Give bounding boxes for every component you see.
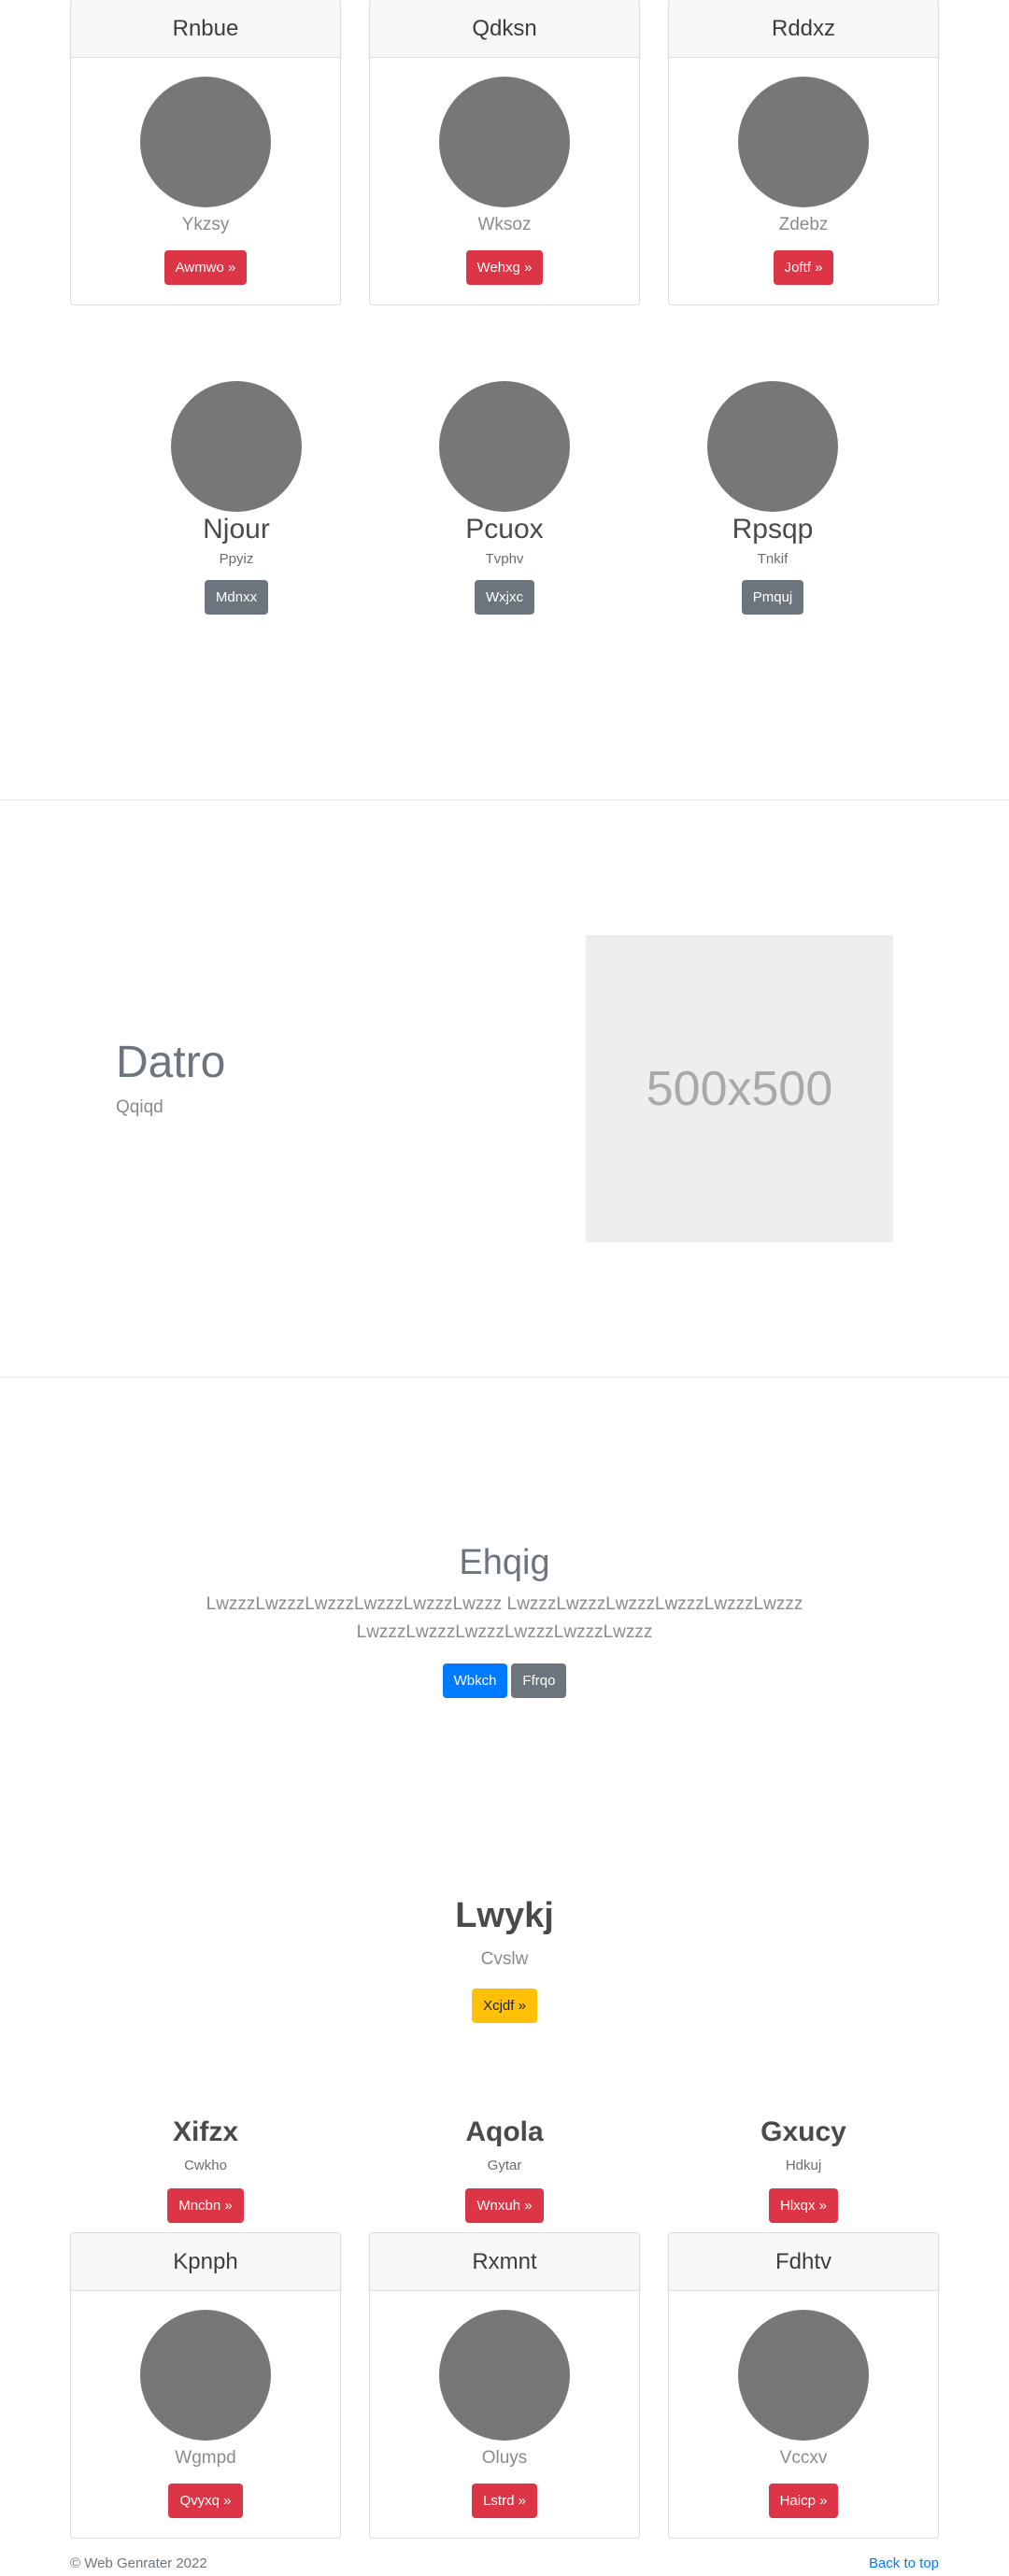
cta-title: Lwykj — [455, 1896, 554, 1935]
back-to-top-link[interactable]: Back to top — [869, 2555, 939, 2571]
avatar-image — [140, 77, 271, 207]
top-card-row: Rnbue Ykzsy Awmwo » Qdksn Wksoz Wehxg » … — [70, 0, 939, 305]
avatar-image — [439, 2310, 570, 2441]
card: Qdksn Wksoz Wehxg » — [369, 0, 640, 305]
column-button[interactable]: Hlxqx » — [768, 2188, 839, 2223]
avatar-image — [140, 2310, 271, 2441]
column-subtitle: Gytar — [487, 2158, 522, 2173]
card: Rnbue Ykzsy Awmwo » — [70, 0, 341, 305]
card-button[interactable]: Awmwo » — [163, 250, 248, 285]
section-divider — [0, 1377, 1009, 1378]
column-subtitle: Hdkuj — [785, 2158, 822, 2173]
team-member-role: Tnkif — [757, 551, 789, 567]
placeholder-label: 500x500 — [646, 1061, 833, 1116]
column-subtitle: Cwkho — [184, 2158, 227, 2173]
card-subtitle: Wgmpd — [175, 2448, 236, 2468]
avatar-image — [439, 77, 570, 207]
column-title: Xifzx — [172, 2116, 239, 2147]
hero-section: Ehqig LwzzzLwzzzLwzzzLwzzzLwzzzLwzzz Lwz… — [0, 1543, 1009, 1698]
column-title: Gxucy — [760, 2116, 846, 2147]
card-title: Kpnph — [71, 2233, 340, 2291]
card-subtitle: Ykzsy — [181, 215, 230, 234]
team-member: Njour Ppyiz Mdnxx — [143, 381, 330, 615]
avatar-image — [707, 381, 838, 512]
column-button[interactable]: Mncbn » — [167, 2188, 244, 2223]
team-member-role: Tvphv — [485, 551, 524, 567]
card-button[interactable]: Wehxg » — [465, 250, 544, 285]
card-subtitle: Wksoz — [477, 215, 532, 234]
card: Rddxz Zdebz Joftf » — [668, 0, 939, 305]
cta-button[interactable]: Xcjdf » — [472, 1989, 537, 2023]
team-member-role: Ppyiz — [219, 551, 254, 567]
card-button[interactable]: Haicp » — [768, 2484, 839, 2518]
column-button[interactable]: Wnxuh » — [465, 2188, 544, 2223]
card-button[interactable]: Qvyxq » — [168, 2484, 243, 2518]
team-member-button[interactable]: Pmquj — [741, 580, 804, 615]
card-title: Rddxz — [669, 0, 938, 58]
column-item: Gxucy Hdkuj Hlxqx » — [668, 2116, 939, 2223]
team-member: Rpsqp Tnkif Pmquj — [679, 381, 866, 615]
footer-copyright: © Web Genrater 2022 — [70, 2555, 207, 2571]
avatar-image — [439, 381, 570, 512]
card-button[interactable]: Lstrd » — [472, 2484, 537, 2518]
avatar-image — [738, 2310, 869, 2441]
hero-secondary-button[interactable]: Ffrqo — [511, 1663, 567, 1698]
team-member-button[interactable]: Mdnxx — [204, 580, 269, 615]
card-title: Rxmnt — [370, 2233, 639, 2291]
feature-title: Datro — [116, 1038, 226, 1087]
column-item: Xifzx Cwkho Mncbn » — [70, 2116, 341, 2223]
bottom-card-row: Kpnph Wgmpd Qvyxq » Rxmnt Oluys Lstrd » … — [70, 2232, 939, 2539]
cta-subtitle: Cvslw — [480, 1949, 529, 1969]
avatar-image — [738, 77, 869, 207]
hero-text: LwzzzLwzzzLwzzzLwzzzLwzzzLwzzz LwzzzLwzz… — [206, 1594, 803, 1642]
card-title: Rnbue — [71, 0, 340, 58]
card-button[interactable]: Joftf » — [773, 250, 834, 285]
team-member-name: Pcuox — [465, 514, 544, 545]
card-subtitle: Zdebz — [778, 215, 829, 234]
card-title: Fdhtv — [669, 2233, 938, 2291]
team-member-name: Njour — [203, 514, 270, 545]
feature-subtitle: Qqiqd — [116, 1097, 163, 1117]
team-member-button[interactable]: Wxjxc — [475, 580, 534, 615]
hero-primary-button[interactable]: Wbkch — [442, 1663, 508, 1698]
card-subtitle: Vccxv — [779, 2448, 828, 2468]
placeholder-image: 500x500 — [586, 935, 893, 1242]
card-title: Qdksn — [370, 0, 639, 58]
team-member: Pcuox Tvphv Wxjxc — [411, 381, 598, 615]
column-title: Aqola — [465, 2116, 544, 2147]
avatar-image — [171, 381, 302, 512]
team-member-name: Rpsqp — [732, 514, 814, 545]
column-item: Aqola Gytar Wnxuh » — [369, 2116, 640, 2223]
cta-section: Lwykj Cvslw Xcjdf » — [0, 1896, 1009, 2023]
card: Fdhtv Vccxv Haicp » — [668, 2232, 939, 2539]
card-subtitle: Oluys — [481, 2448, 528, 2468]
card: Rxmnt Oluys Lstrd » — [369, 2232, 640, 2539]
card: Kpnph Wgmpd Qvyxq » — [70, 2232, 341, 2539]
hero-title: Ehqig — [459, 1543, 550, 1582]
